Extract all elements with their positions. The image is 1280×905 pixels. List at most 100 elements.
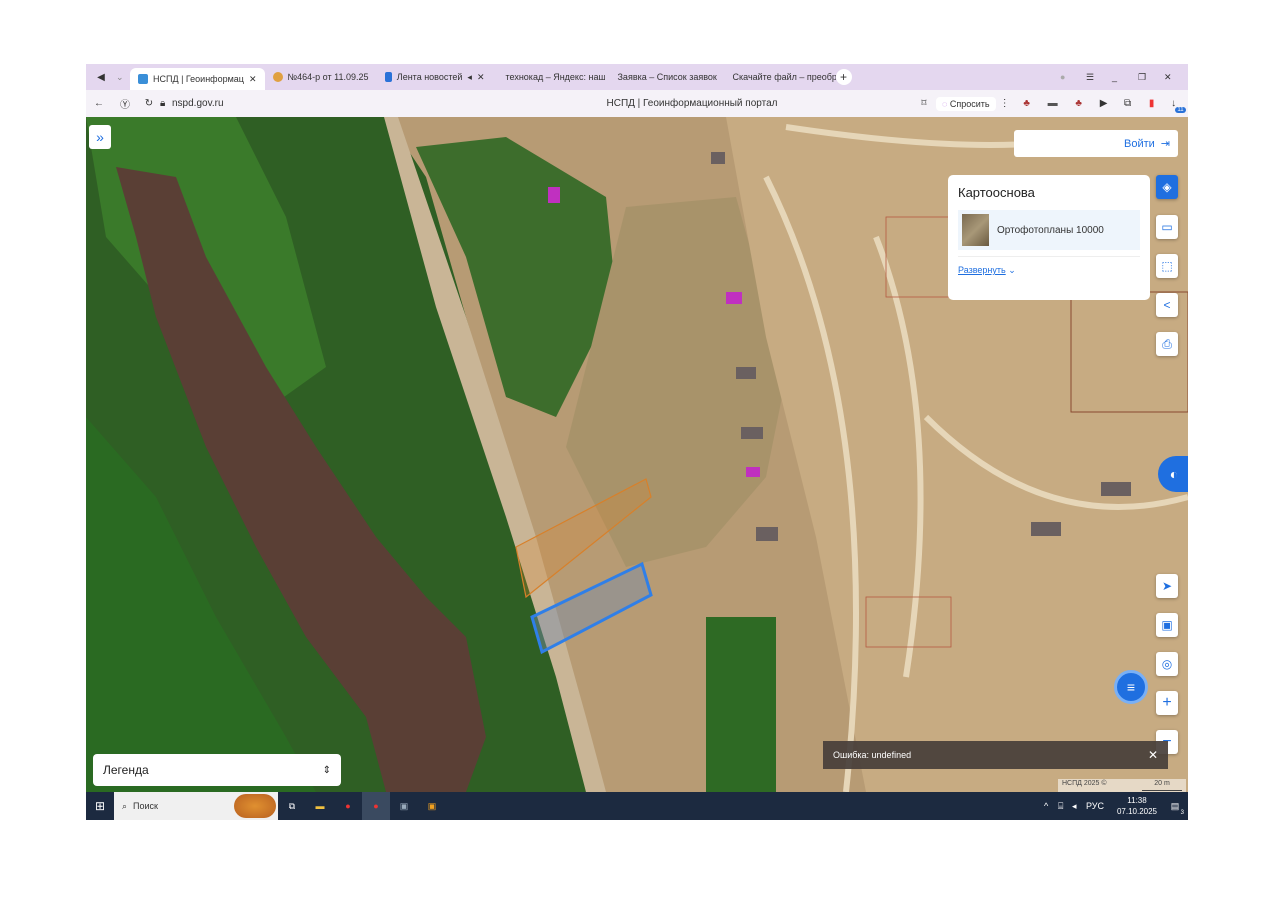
downloads-icon[interactable]: ↓ 11 <box>1164 98 1186 113</box>
extension-icon[interactable]: ♣ <box>1014 98 1040 109</box>
close-icon[interactable]: ✕ <box>477 72 485 83</box>
expand-link[interactable]: Развернуть ⌄ <box>958 256 1140 276</box>
tab-yandex[interactable]: технокад – Яндекс: наш <box>493 66 605 88</box>
tab-order[interactable]: №464-р от 11.09.25 <box>265 66 377 88</box>
close-window-icon[interactable]: ✕ <box>1164 72 1188 83</box>
area-search-button[interactable]: ⬚ <box>1156 254 1178 278</box>
login-icon: ⇥ <box>1160 138 1170 150</box>
downloads-badge: 11 <box>1175 107 1186 113</box>
extensions-icon[interactable]: ⧉ <box>1116 98 1140 109</box>
location-button[interactable]: ◎ <box>1156 652 1178 676</box>
print-button[interactable]: ⎙ <box>1156 332 1178 356</box>
clock-date: 07.10.2025 <box>1116 807 1158 816</box>
volume-icon[interactable]: ◂ <box>1072 801 1086 812</box>
pdf-icon[interactable]: ▮ <box>1140 98 1164 109</box>
legend-label: Легенда <box>103 763 149 777</box>
ai-icon: ◌ <box>942 98 948 109</box>
ruler-icon: ▭ <box>1161 220 1173 234</box>
tab-label: технокад – Яндекс: наш <box>505 72 605 82</box>
pin-icon: ◎ <box>1161 657 1173 671</box>
login-label: Войти <box>1123 137 1155 150</box>
tab-favicon <box>384 72 392 82</box>
outlook-icon[interactable]: ▣ <box>418 801 446 812</box>
basemap-panel: Картооснова Ортофотопланы 10000 Разверну… <box>948 175 1150 300</box>
bookmark-icon[interactable]: ⌑ <box>912 98 936 109</box>
chevron-down-icon: ⌄ <box>1008 265 1016 275</box>
close-icon[interactable]: ✕ <box>249 74 257 85</box>
layers-button[interactable]: ◈ <box>1156 175 1178 199</box>
audio-icon: ◂ <box>467 71 472 82</box>
clock-time: 11:38 <box>1127 796 1147 805</box>
chevron-down-icon[interactable]: ⌄ <box>116 72 130 83</box>
share-button[interactable]: < <box>1156 293 1178 317</box>
geolocate-button[interactable]: ➤ <box>1156 574 1178 598</box>
menu-icon[interactable]: ☰ <box>1086 72 1112 83</box>
back-icon[interactable]: ← <box>86 98 112 109</box>
tab-news[interactable]: Лента новостей ◂ ✕ <box>377 66 493 88</box>
task-view-icon[interactable]: ⧉ <box>278 801 306 812</box>
more-icon[interactable]: ⋮ <box>996 98 1014 109</box>
notifications-icon[interactable]: ▤ 3 <box>1162 801 1188 816</box>
profile-icon[interactable]: ● <box>1060 72 1086 82</box>
share-icon: < <box>1163 298 1171 312</box>
yandex-icon[interactable]: Ⓨ <box>112 96 138 111</box>
select-area-icon: ⬚ <box>1161 259 1173 273</box>
tab-requests[interactable]: Заявка – Список заявок <box>605 66 720 88</box>
tab-download[interactable]: Скачайте файл – преобр <box>720 66 836 88</box>
yandex-browser-icon[interactable]: ● <box>334 801 362 811</box>
tab-label: Лента новостей <box>396 72 463 82</box>
search-icon: ⌕ <box>122 800 128 811</box>
zoom-in-button[interactable]: + <box>1156 691 1178 715</box>
app-icon[interactable]: ▣ <box>390 801 418 812</box>
tray-chevron-icon[interactable]: ^ <box>1044 801 1058 811</box>
extension-icon[interactable]: ▬ <box>1040 98 1066 109</box>
ask-button[interactable]: ◌ Спросить <box>936 96 996 111</box>
tab-favicon <box>138 74 148 84</box>
scale-bar: 20 m <box>1142 780 1182 791</box>
taskbar-search[interactable]: ⌕ Поиск <box>114 792 278 820</box>
audio-icon[interactable]: ◀ <box>86 72 116 83</box>
tab-label: Заявка – Список заявок <box>617 72 717 82</box>
extension-icon[interactable]: ♣ <box>1066 98 1092 109</box>
layers-icon: ◈ <box>1162 180 1172 194</box>
search-placeholder: Поиск <box>133 801 158 811</box>
chat-button[interactable]: ≡ <box>1114 670 1148 704</box>
expand-sidebar-button[interactable]: » <box>89 125 111 149</box>
reload-icon[interactable]: ↻ <box>138 98 160 109</box>
layer-thumbnail <box>962 214 989 246</box>
chevron-updown-icon: ⇕ <box>322 764 331 776</box>
url-field[interactable]: nspd.gov.ru <box>172 98 472 109</box>
minimize-icon[interactable]: _ <box>1112 72 1138 82</box>
tab-bar: ◀ ⌄ НСПД | Геоинформац ✕ №464-р от 11.09.… <box>86 64 1188 90</box>
map-canvas[interactable]: » Войти ⇥ Картооснова Ортофотопланы 10000… <box>86 117 1188 792</box>
ask-label: Спросить <box>949 98 990 109</box>
plus-icon: + <box>1162 694 1172 711</box>
attribution-text: НСПД 2025 © <box>1062 780 1107 787</box>
navigation-icon: ➤ <box>1161 579 1173 593</box>
lock-icon: 🔒︎ <box>160 98 166 109</box>
windows-start-icon[interactable]: ⊞ <box>86 799 114 813</box>
yandex-browser-active-icon[interactable]: ● <box>362 792 390 820</box>
file-explorer-icon[interactable]: ▬ <box>306 801 334 811</box>
minimap-icon: ▣ <box>1161 618 1173 632</box>
tab-nspd[interactable]: НСПД | Геоинформац ✕ <box>130 68 265 90</box>
clock[interactable]: 11:38 07.10.2025 <box>1112 795 1162 817</box>
close-icon[interactable]: ✕ <box>1148 748 1158 762</box>
address-bar: ← Ⓨ ↻ 🔒︎ nspd.gov.ru НСПД | Геоинформаци… <box>86 90 1188 117</box>
error-toast: Ошибка: undefined ✕ <box>823 741 1168 769</box>
minimap-button[interactable]: ▣ <box>1156 613 1178 637</box>
language-indicator[interactable]: РУС <box>1086 801 1112 811</box>
restore-icon[interactable]: ❐ <box>1138 72 1164 83</box>
assistant-button[interactable]: ◐ <box>1158 456 1188 492</box>
layer-label: Ортофотопланы 10000 <box>997 224 1104 236</box>
basemap-layer-item[interactable]: Ортофотопланы 10000 <box>958 210 1140 250</box>
media-icon[interactable]: ▶ <box>1092 98 1116 109</box>
network-icon[interactable]: ⌸ <box>1058 801 1072 812</box>
new-tab-button[interactable]: + <box>835 69 852 85</box>
measure-button[interactable]: ▭ <box>1156 215 1178 239</box>
map-attribution: НСПД 2025 © 20 m <box>1058 779 1186 792</box>
login-button[interactable]: Войти ⇥ <box>1014 130 1178 157</box>
browser-window: ◀ ⌄ НСПД | Геоинформац ✕ №464-р от 11.09.… <box>86 64 1188 820</box>
legend-select[interactable]: Легенда ⇕ <box>93 754 341 786</box>
search-highlight-image <box>234 794 276 818</box>
